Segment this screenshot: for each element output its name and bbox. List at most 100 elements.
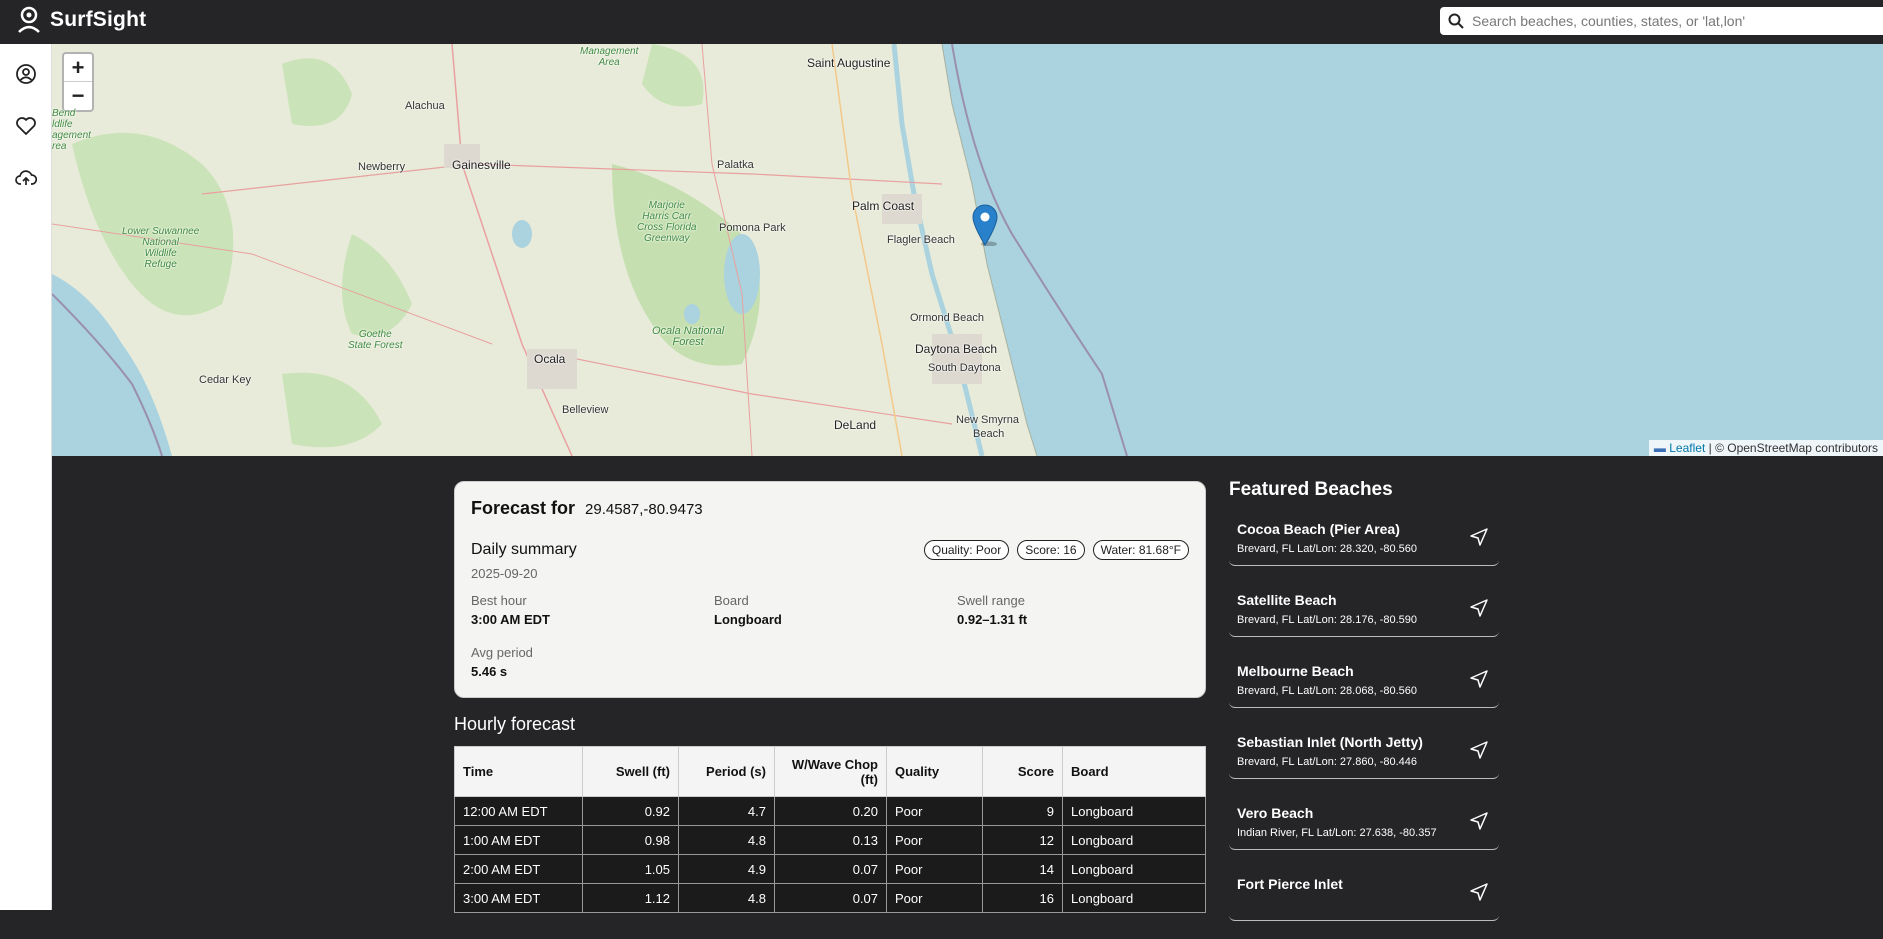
- map-park-label: Marjorie Harris Carr Cross Florida Green…: [637, 200, 697, 244]
- zoom-out-button[interactable]: −: [64, 82, 92, 110]
- navigate-icon[interactable]: [1469, 740, 1489, 760]
- map-label: Cedar Key: [199, 374, 251, 386]
- stat-label: Swell range: [957, 593, 1025, 608]
- table-cell: Poor: [886, 883, 983, 913]
- beach-name: Vero Beach: [1237, 805, 1314, 821]
- board-stat: Board Longboard: [714, 593, 782, 627]
- map-label: Ocala: [534, 352, 566, 366]
- table-cell: 14: [982, 854, 1063, 884]
- hourly-forecast-title: Hourly forecast: [454, 714, 576, 734]
- sidebar: [0, 44, 52, 910]
- map-label: DeLand: [834, 418, 877, 432]
- forecast-card: Forecast for 29.4587,-80.9473 Daily summ…: [454, 481, 1206, 698]
- column-header[interactable]: Score: [982, 746, 1063, 797]
- featured-beach-item[interactable]: Melbourne Beach Brevard, FL Lat/Lon: 28.…: [1229, 655, 1499, 708]
- stat-label: Avg period: [471, 645, 533, 660]
- swell-range-stat: Swell range 0.92–1.31 ft: [957, 593, 1027, 627]
- forecast-coords: 29.4587,-80.9473: [585, 501, 703, 518]
- map-park-label: Lower Suwannee National Wildlife Refuge: [122, 226, 200, 270]
- stat-label: Board: [714, 593, 749, 608]
- map-park-label: Ocala National Forest: [652, 325, 725, 348]
- featured-beach-item[interactable]: Cocoa Beach (Pier Area) Brevard, FL Lat/…: [1229, 513, 1499, 566]
- avg-period-stat: Avg period 5.46 s: [471, 645, 533, 679]
- leaflet-link[interactable]: Leaflet: [1669, 441, 1705, 455]
- column-header[interactable]: Swell (ft): [582, 746, 679, 797]
- search-box[interactable]: [1440, 7, 1883, 35]
- column-header[interactable]: Period (s): [678, 746, 775, 797]
- column-header[interactable]: Time: [454, 746, 583, 797]
- column-header[interactable]: Board: [1062, 746, 1206, 797]
- table-cell: Poor: [886, 825, 983, 855]
- app-title: SurfSight: [50, 8, 147, 31]
- zoom-control: + −: [62, 52, 94, 112]
- column-header[interactable]: W/Wave Chop (ft): [774, 746, 887, 797]
- navigate-icon[interactable]: [1469, 598, 1489, 618]
- beach-name: Cocoa Beach (Pier Area): [1237, 521, 1400, 537]
- featured-beach-item[interactable]: Vero Beach Indian River, FL Lat/Lon: 27.…: [1229, 797, 1499, 850]
- forecast-header: Forecast for 29.4587,-80.9473: [471, 498, 1189, 519]
- forecast-title: Forecast for: [471, 498, 576, 518]
- table-cell: Poor: [886, 854, 983, 884]
- map-park-label: Bend ldlife agement rea: [52, 108, 91, 152]
- map-park-label: Management Area: [580, 46, 639, 68]
- map-label: Ormond Beach: [910, 312, 984, 324]
- map-label: Saint Augustine: [807, 56, 891, 70]
- table-cell: 3:00 AM EDT: [454, 883, 583, 913]
- beach-name: Fort Pierce Inlet: [1237, 876, 1343, 892]
- table-cell: 12: [982, 825, 1063, 855]
- table-row: 2:00 AM EDT 1.05 4.9 0.07 Poor 14 Longbo…: [454, 854, 1206, 884]
- stat-label: Best hour: [471, 593, 527, 608]
- navigate-icon[interactable]: [1469, 527, 1489, 547]
- navigate-icon[interactable]: [1469, 811, 1489, 831]
- table-cell: 9: [982, 796, 1063, 826]
- search-input[interactable]: [1472, 13, 1882, 29]
- attribution-text: | © OpenStreetMap contributors: [1708, 441, 1878, 455]
- map-label: Palatka: [717, 159, 754, 171]
- upload-button[interactable]: [12, 164, 40, 192]
- best-hour-stat: Best hour 3:00 AM EDT: [471, 593, 550, 627]
- table-cell: 4.8: [678, 883, 775, 913]
- table-cell: 1.05: [582, 854, 679, 884]
- app-logo[interactable]: SurfSight: [16, 6, 146, 34]
- quality-badge: Quality: Poor: [923, 540, 1010, 560]
- beach-meta: Brevard, FL Lat/Lon: 27.860, -80.446: [1237, 756, 1417, 768]
- map-label: Daytona Beach: [915, 342, 998, 356]
- column-header[interactable]: Quality: [886, 746, 983, 797]
- table-cell: 4.8: [678, 825, 775, 855]
- table-row: 1:00 AM EDT 0.98 4.8 0.13 Poor 12 Longbo…: [454, 825, 1206, 855]
- featured-beach-item[interactable]: Satellite Beach Brevard, FL Lat/Lon: 28.…: [1229, 584, 1499, 637]
- table-cell: 1:00 AM EDT: [454, 825, 583, 855]
- table-cell: Longboard: [1062, 796, 1206, 826]
- beach-name: Sebastian Inlet (North Jetty): [1237, 734, 1423, 750]
- featured-beach-item[interactable]: Sebastian Inlet (North Jetty) Brevard, F…: [1229, 726, 1499, 779]
- table-cell: Poor: [886, 796, 983, 826]
- summary-pills: Quality: Poor Score: 16 Water: 81.68°F: [923, 540, 1189, 560]
- navigate-icon[interactable]: [1469, 882, 1489, 902]
- favorites-button[interactable]: [12, 112, 40, 140]
- map-park-label: Goethe State Forest: [348, 329, 403, 351]
- beach-meta: Indian River, FL Lat/Lon: 27.638, -80.35…: [1237, 827, 1437, 839]
- table-cell: Longboard: [1062, 825, 1206, 855]
- table-cell: 16: [982, 883, 1063, 913]
- beach-meta: Brevard, FL Lat/Lon: 28.068, -80.560: [1237, 685, 1417, 697]
- table-cell: 12:00 AM EDT: [454, 796, 583, 826]
- zoom-in-button[interactable]: +: [64, 54, 92, 82]
- daily-summary-row: Daily summary Quality: Poor Score: 16 Wa…: [471, 540, 1189, 560]
- stat-value: Longboard: [714, 612, 782, 627]
- profile-icon: [16, 64, 36, 84]
- profile-button[interactable]: [12, 60, 40, 88]
- navigate-icon[interactable]: [1469, 669, 1489, 689]
- table-cell: 0.07: [774, 883, 887, 913]
- map[interactable]: + − Saint Augustine Alachua Gainesville …: [52, 44, 1883, 456]
- stat-value: 0.92–1.31 ft: [957, 612, 1028, 627]
- location-marker-icon[interactable]: [972, 204, 998, 246]
- map-label: Belleview: [562, 404, 609, 416]
- surfer-logo-icon: [18, 6, 40, 33]
- cloud-upload-icon: [15, 170, 37, 185]
- table-cell: 4.9: [678, 854, 775, 884]
- map-label: Beach: [973, 428, 1005, 440]
- table-row: 12:00 AM EDT 0.92 4.7 0.20 Poor 9 Longbo…: [454, 796, 1206, 826]
- featured-beach-item[interactable]: Fort Pierce Inlet: [1229, 868, 1499, 921]
- map-terrain: [52, 44, 1128, 456]
- water-temp-badge: Water: 81.68°F: [1092, 540, 1189, 560]
